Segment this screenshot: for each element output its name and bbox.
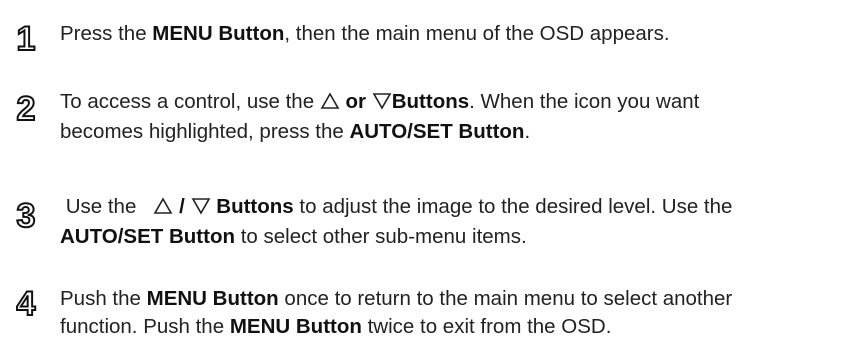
step-2-line-2: becomes highlighted, press the AUTO/SET … [60,118,855,146]
step-2-text-c: becomes highlighted, press the [60,120,350,143]
step-3-text-c: to select other sub-menu items. [235,225,527,248]
up-triangle-icon [320,90,340,118]
step-2-text-a: To access a control, use the [60,90,320,113]
step-2-text-b: . When the icon you want [469,90,700,113]
auto-set-button-label: AUTO/SET Button [60,225,235,248]
step-number-4-icon: 4 [8,285,44,321]
slash-label: / [179,195,185,218]
step-number-3-icon: 3 [8,197,44,233]
step-1-text-b: , then the main menu of the OSD appears. [284,22,670,45]
svg-text:4: 4 [17,285,36,321]
menu-button-label: MENU Button [146,287,279,310]
down-triangle-icon [372,90,392,118]
step-2-text-d: . [524,120,531,143]
step-1-text-a: Press the [60,22,153,45]
step-4-line-1: Push the MENU Button once to return to t… [60,285,855,313]
down-triangle-icon [191,195,211,223]
step-3-text-a: Use the [60,195,143,218]
step-3-text-b: to adjust the image to the desired level… [293,195,733,218]
step-1-text: Press the MENU Button, then the main men… [60,20,855,48]
step-4-text-d: twice to exit from the OSD. [361,315,612,338]
step-2-line-1: To access a control, use the or Buttons.… [60,88,855,118]
svg-text:1: 1 [17,20,36,56]
step-number-1-icon: 1 [8,20,44,56]
svg-text:2: 2 [17,90,36,126]
auto-set-button-label: AUTO/SET Button [349,120,525,143]
svg-text:3: 3 [17,197,36,233]
step-4-text-b: once to return to the main menu to selec… [278,287,733,310]
step-number-2-icon: 2 [8,90,44,126]
menu-button-label: MENU Button [152,22,285,45]
step-3-line-2: AUTO/SET Button to select other sub-menu… [60,223,855,251]
step-3-line-1: Use the / Buttons to adjust the image to… [60,193,855,223]
up-triangle-icon [153,195,173,223]
step-3-text: Use the / Buttons to adjust the image to… [60,193,855,251]
buttons-label: Buttons [391,90,470,113]
step-4-text-a: Push the [60,287,147,310]
step-4-text-c: function. Push the [60,315,230,338]
buttons-label: Buttons [216,195,294,218]
step-2-text: To access a control, use the or Buttons.… [60,88,855,146]
menu-button-label: MENU Button [229,315,362,338]
or-label: or [345,90,367,113]
step-4-line-2: function. Push the MENU Button twice to … [60,313,855,341]
step-4-text: Push the MENU Button once to return to t… [60,285,855,341]
